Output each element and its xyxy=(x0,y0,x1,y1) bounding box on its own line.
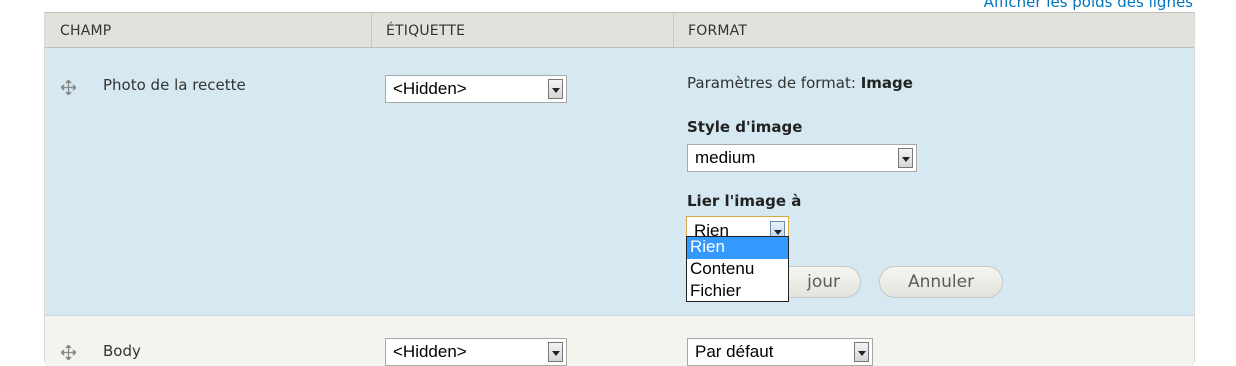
header-divider xyxy=(371,13,372,47)
dropdown-option-contenu[interactable]: Contenu xyxy=(687,259,788,281)
header-format: FORMAT xyxy=(688,23,748,39)
label-select-value: <Hidden> xyxy=(393,79,467,98)
header-champ: CHAMP xyxy=(60,23,112,39)
table-row: Body <Hidden> Par défaut xyxy=(45,316,1194,366)
table-header: CHAMP ÉTIQUETTE FORMAT xyxy=(45,12,1194,48)
cancel-button[interactable]: Annuler xyxy=(879,266,1003,298)
image-style-select[interactable]: medium xyxy=(687,144,917,172)
chevron-down-icon xyxy=(898,148,913,168)
format-summary: Paramètres de format: Image xyxy=(687,74,913,92)
chevron-down-icon xyxy=(548,342,563,362)
label-select[interactable]: <Hidden> xyxy=(385,338,567,366)
update-button-label: jour xyxy=(807,272,840,292)
show-row-weights-link[interactable]: Afficher les poids des lignes xyxy=(984,0,1193,11)
format-select[interactable]: Par défaut xyxy=(687,338,873,366)
header-divider xyxy=(673,13,674,47)
cancel-button-label: Annuler xyxy=(907,272,975,292)
label-select-value: <Hidden> xyxy=(393,342,467,361)
dropdown-option-rien[interactable]: Rien xyxy=(687,237,788,259)
format-select-value: Par défaut xyxy=(695,342,774,361)
table-row: Photo de la recette <Hidden> Paramètres … xyxy=(45,48,1194,316)
field-name: Body xyxy=(103,342,141,360)
image-style-label: Style d'image xyxy=(687,118,803,136)
drag-handle-icon[interactable] xyxy=(61,345,76,360)
format-summary-value: Image xyxy=(860,74,913,92)
header-etiquette: ÉTIQUETTE xyxy=(386,23,466,39)
link-image-label: Lier l'image à xyxy=(687,192,802,210)
field-name: Photo de la recette xyxy=(103,76,246,94)
image-style-value: medium xyxy=(695,148,756,167)
chevron-down-icon xyxy=(854,342,869,362)
label-select[interactable]: <Hidden> xyxy=(385,75,567,103)
format-summary-prefix: Paramètres de format: xyxy=(687,74,856,92)
fields-table: CHAMP ÉTIQUETTE FORMAT Photo de la recet… xyxy=(44,12,1195,366)
chevron-down-icon xyxy=(548,79,563,99)
dropdown-option-fichier[interactable]: Fichier xyxy=(687,281,788,303)
drag-handle-icon[interactable] xyxy=(61,80,76,95)
link-image-dropdown: Rien Contenu Fichier xyxy=(686,236,789,302)
